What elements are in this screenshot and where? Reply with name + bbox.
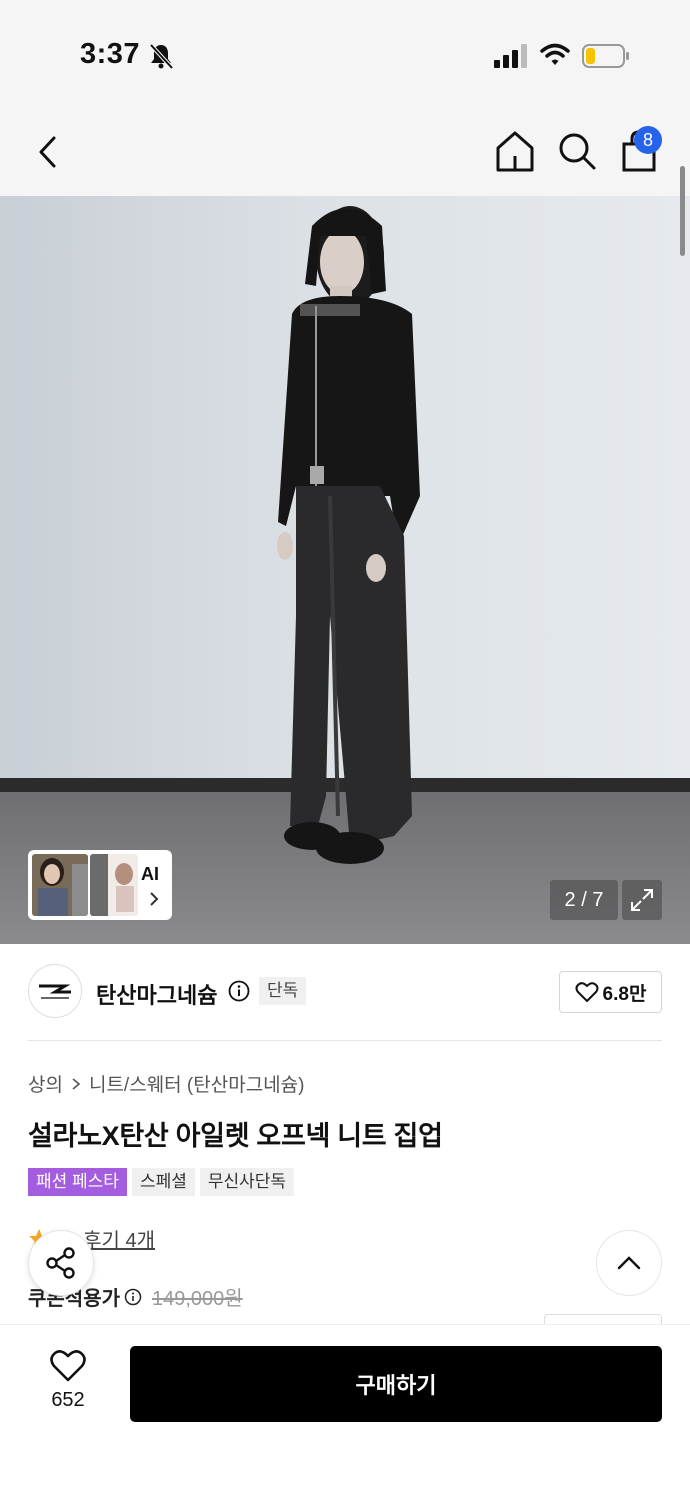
back-icon[interactable] — [30, 130, 70, 174]
bottom-bar: 652 구매하기 — [0, 1324, 690, 1500]
battery-icon — [582, 44, 629, 68]
search-icon[interactable] — [556, 128, 598, 174]
original-price: 149,000원 — [152, 1288, 243, 1310]
chevron-right-icon — [72, 1077, 81, 1090]
wifi-icon — [540, 43, 570, 65]
product-title: 설라노X탄산 아일렛 오프넥 니트 집업 — [28, 1121, 443, 1151]
wishlist-heart-icon[interactable] — [50, 1349, 86, 1383]
breadcrumb-category[interactable]: 상의 — [28, 1070, 63, 1097]
scroll-indicator — [680, 166, 685, 256]
divider — [28, 1040, 662, 1041]
expand-button[interactable] — [622, 880, 662, 920]
heart-icon — [575, 982, 599, 1002]
breadcrumb-subcategory[interactable]: 니트/스웨터 (탄산마그네슘) — [89, 1070, 305, 1097]
exclusive-badge: 단독 — [259, 977, 307, 1005]
tag-musinsa-exclusive[interactable]: 무신사단독 — [199, 1168, 295, 1196]
cart-count-badge: 8 — [634, 126, 662, 154]
ai-label: AI — [141, 864, 159, 884]
wishlist-count: 652 — [51, 1389, 85, 1411]
nav-bar — [0, 110, 690, 196]
tag-fashion-festa[interactable]: 패션 페스타 — [28, 1168, 127, 1196]
brand-like-count: 6.8만 — [602, 983, 647, 1005]
review-count-link[interactable]: 후기 4개 — [83, 1224, 155, 1253]
info-icon[interactable] — [124, 1288, 142, 1306]
ai-thumbnail-2 — [90, 854, 138, 916]
image-counter: 2 / 7 — [550, 880, 618, 920]
status-bar: 3:37 — [0, 0, 690, 110]
info-icon[interactable] — [228, 980, 250, 1002]
brand-like-button[interactable]: 6.8만 — [559, 971, 662, 1013]
product-tags: 패션 페스타 스페셜 무신사단독 — [28, 1168, 295, 1196]
share-icon — [46, 1247, 75, 1279]
breadcrumb: 상의 니트/스웨터 (탄산마그네슘) — [28, 1070, 304, 1097]
status-time: 3:37 — [80, 38, 141, 70]
chevron-up-icon — [617, 1256, 641, 1270]
tag-special[interactable]: 스페셜 — [131, 1168, 195, 1196]
home-icon[interactable] — [494, 128, 536, 174]
bell-muted-icon — [149, 43, 174, 70]
brand-row: 탄산마그네슘 단독 6.8만 — [0, 944, 690, 1040]
ai-style-card[interactable]: AI — [28, 850, 172, 920]
scroll-top-button[interactable] — [596, 1230, 662, 1296]
signal-icon — [494, 44, 527, 68]
buy-button[interactable]: 구매하기 — [130, 1346, 662, 1422]
chevron-right-icon — [150, 892, 159, 906]
product-photo[interactable] — [0, 196, 690, 944]
ai-thumbnail-1 — [32, 854, 88, 916]
share-button[interactable] — [28, 1230, 94, 1296]
expand-icon — [631, 889, 653, 911]
brand-logo[interactable] — [28, 964, 82, 1018]
brand-name[interactable]: 탄산마그네슘 — [96, 978, 217, 1010]
